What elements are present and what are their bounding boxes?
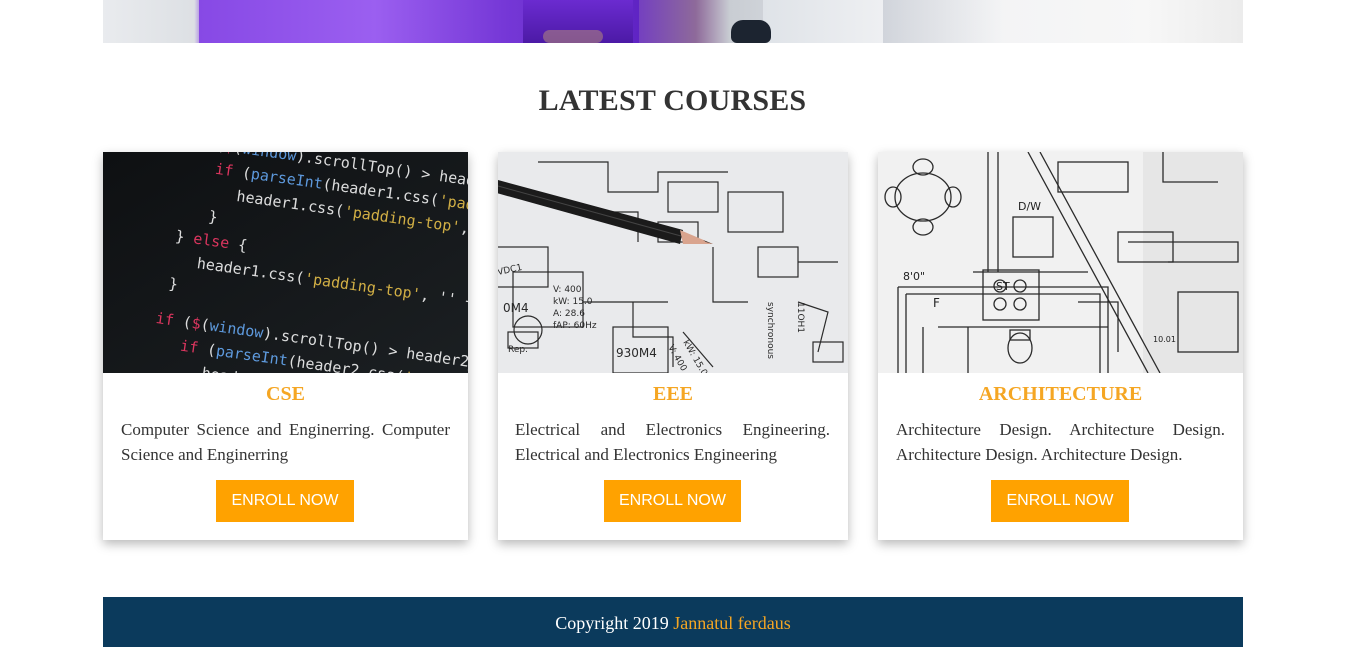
- svg-text:D/W: D/W: [1018, 200, 1041, 213]
- enroll-now-button-architecture[interactable]: ENROLL NOW: [991, 480, 1129, 522]
- svg-text:synchronous: synchronous: [765, 302, 775, 359]
- svg-text:V: 400: V: 400: [553, 285, 582, 295]
- svg-text:kW: 15.0: kW: 15.0: [553, 297, 593, 307]
- footer: Copyright 2019 Jannatul ferdaus: [103, 597, 1243, 647]
- course-image-code: if ($(window).scrollTop() > header1_init…: [103, 152, 468, 373]
- svg-text:fAP: 60Hz: fAP: 60Hz: [553, 321, 597, 331]
- course-card-architecture: D/W F ST 8'0" 10.01 ARCHITECTURE Archite…: [878, 152, 1243, 540]
- enroll-now-button-eee[interactable]: ENROLL NOW: [604, 480, 741, 522]
- hero-banner-image: [103, 0, 1243, 43]
- svg-text:11OH1: 11OH1: [795, 302, 805, 333]
- course-card-cse: if ($(window).scrollTop() > header1_init…: [103, 152, 468, 540]
- course-description: Computer Science and Enginerring. Comput…: [121, 420, 450, 464]
- copyright-text: Copyright 2019: [555, 613, 669, 633]
- course-description: Architecture Design. Architecture Design…: [896, 420, 1225, 464]
- svg-text:ST: ST: [996, 280, 1010, 293]
- course-image-floor-plan: D/W F ST 8'0" 10.01: [878, 152, 1243, 373]
- svg-text:F: F: [933, 296, 940, 310]
- course-description: Electrical and Electronics Engineering. …: [515, 420, 830, 464]
- author-name: Jannatul ferdaus: [673, 613, 791, 633]
- svg-text:8'0": 8'0": [903, 270, 925, 283]
- course-title: CSE: [266, 383, 305, 405]
- course-image-circuit: VDC1 V: 400 kW: 15.0 A: 28.6 fAP: 60Hz 0…: [498, 152, 848, 373]
- svg-text:10.01: 10.01: [1153, 335, 1176, 344]
- section-title: LATEST COURSES: [538, 84, 807, 117]
- svg-text:A: 28.6: A: 28.6: [553, 309, 585, 319]
- course-title: EEE: [652, 383, 694, 405]
- svg-text:Rep.: Rep.: [508, 345, 528, 355]
- enroll-now-button-cse[interactable]: ENROLL NOW: [216, 480, 354, 522]
- course-title: ARCHITECTURE: [978, 383, 1143, 405]
- course-card-eee: VDC1 V: 400 kW: 15.0 A: 28.6 fAP: 60Hz 0…: [498, 152, 848, 540]
- svg-text:0M4: 0M4: [503, 301, 529, 315]
- svg-text:930M4: 930M4: [616, 346, 657, 360]
